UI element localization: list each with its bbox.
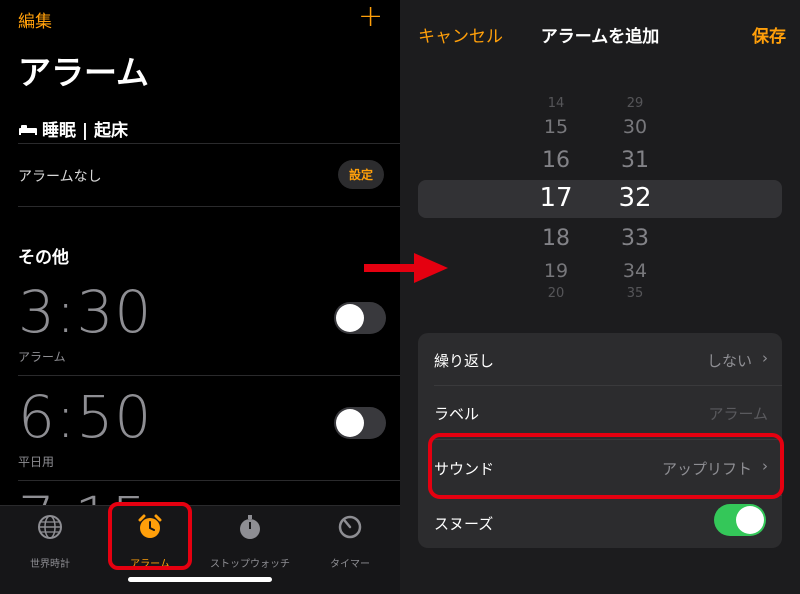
sleep-set-button[interactable]: 設定 xyxy=(338,160,384,189)
repeat-value: しない xyxy=(706,352,752,370)
picker-minute: 29 xyxy=(626,96,644,111)
picker-hour: 16 xyxy=(542,148,570,173)
snooze-row: スヌーズ xyxy=(418,496,782,548)
other-section-header: その他 xyxy=(18,248,69,268)
divider xyxy=(18,143,400,144)
cancel-button[interactable]: キャンセル xyxy=(418,22,503,47)
home-indicator[interactable] xyxy=(128,577,272,582)
page-title: アラーム xyxy=(18,53,150,92)
alarm-label: アラーム xyxy=(18,350,66,364)
save-button[interactable]: 保存 xyxy=(752,22,786,47)
sleep-section-label: 睡眠 | 起床 xyxy=(42,121,129,141)
picker-minute: 35 xyxy=(626,286,644,301)
picker-hour: 19 xyxy=(543,260,569,282)
alarm-row[interactable]: 3:30 アラーム xyxy=(0,282,400,374)
picker-selection-band xyxy=(418,180,782,218)
picker-hour: 14 xyxy=(547,96,565,111)
picker-minute: 30 xyxy=(622,116,648,138)
edit-button[interactable]: 編集 xyxy=(18,7,52,32)
label-input[interactable]: アラーム xyxy=(708,403,768,424)
stopwatch-icon xyxy=(200,514,300,547)
repeat-label: 繰り返し xyxy=(434,352,495,370)
alarm-toggle[interactable] xyxy=(334,302,386,334)
label-row: ラベル アラーム xyxy=(418,386,782,438)
highlight-box-sound-row xyxy=(428,433,784,499)
highlight-box-alarm-tab xyxy=(108,502,192,570)
globe-icon xyxy=(0,514,100,547)
tab-stopwatch[interactable]: ストップウォッチ xyxy=(200,514,300,570)
toggle-knob xyxy=(336,409,364,437)
no-alarm-label: アラームなし xyxy=(18,169,102,185)
tab-world-clock[interactable]: 世界時計 xyxy=(0,514,100,570)
snooze-toggle[interactable] xyxy=(714,504,766,536)
alarm-label: 平日用 xyxy=(18,455,55,469)
tab-label: 世界時計 xyxy=(30,559,70,570)
picker-hour: 15 xyxy=(543,116,569,138)
repeat-row[interactable]: 繰り返し しない › xyxy=(418,333,782,385)
add-alarm-button[interactable]: + xyxy=(358,0,383,34)
picker-hour: 20 xyxy=(547,286,565,301)
toggle-knob xyxy=(336,304,364,332)
bed-icon xyxy=(19,124,37,135)
alarm-time: 3:30 xyxy=(18,278,153,346)
picker-minute-selected: 32 xyxy=(618,183,652,213)
divider xyxy=(18,375,400,376)
alarm-list-screen: 編集 + アラーム 睡眠 | 起床 アラームなし 設定 その他 3:30 アラー… xyxy=(0,0,400,594)
sleep-section-header: 睡眠 | 起床 xyxy=(18,116,128,141)
tab-timer[interactable]: タイマー xyxy=(300,514,400,570)
time-picker[interactable]: 14 15 16 17 18 19 20 29 30 31 32 33 34 3… xyxy=(400,80,800,315)
picker-minute: 33 xyxy=(621,226,649,251)
divider xyxy=(18,206,400,207)
add-alarm-screen: アラームを追加 キャンセル 保存 14 15 16 17 18 19 20 29… xyxy=(400,0,800,594)
tab-label: ストップウォッチ xyxy=(210,559,290,570)
label-label: ラベル xyxy=(434,405,480,423)
alarm-row[interactable]: 6:50 平日用 xyxy=(0,387,400,479)
toggle-knob xyxy=(736,506,764,534)
alarm-time: 6:50 xyxy=(18,383,153,451)
tab-label: タイマー xyxy=(330,559,370,570)
arrow-right-icon xyxy=(364,253,448,283)
timer-icon xyxy=(300,514,400,547)
alarm-toggle[interactable] xyxy=(334,407,386,439)
picker-minute: 31 xyxy=(621,148,649,173)
chevron-right-icon: › xyxy=(762,349,768,367)
picker-hour: 18 xyxy=(542,226,570,251)
snooze-label: スヌーズ xyxy=(434,515,494,533)
picker-minute: 34 xyxy=(622,260,648,282)
picker-hour-selected: 17 xyxy=(539,183,573,213)
divider xyxy=(18,480,400,481)
